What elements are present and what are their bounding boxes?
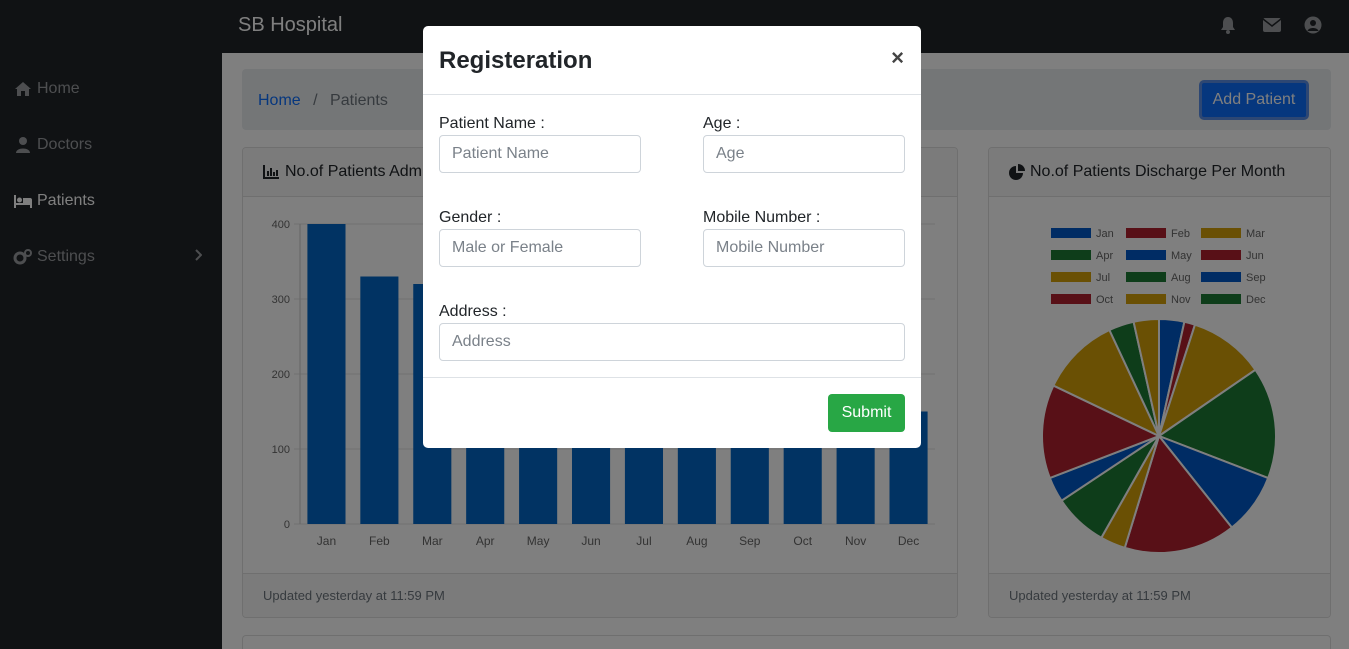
address-input[interactable] bbox=[439, 323, 905, 361]
age-label: Age : bbox=[703, 115, 741, 132]
patient-name-label: Patient Name : bbox=[439, 115, 545, 132]
gender-input[interactable] bbox=[439, 229, 641, 267]
modal-title: Registeration bbox=[439, 47, 593, 74]
modal-header: Registeration × bbox=[423, 26, 921, 95]
patient-name-input[interactable] bbox=[439, 135, 641, 173]
mobile-number-input[interactable] bbox=[703, 229, 905, 267]
gender-label: Gender : bbox=[439, 209, 502, 226]
submit-button[interactable]: Submit bbox=[828, 394, 905, 432]
close-button[interactable]: × bbox=[891, 45, 904, 71]
modal-footer: Submit bbox=[423, 377, 921, 448]
age-input[interactable] bbox=[703, 135, 905, 173]
address-label: Address : bbox=[439, 303, 507, 320]
registration-modal: Registeration × Patient Name : Age : Gen… bbox=[423, 26, 921, 448]
mobile-number-label: Mobile Number : bbox=[703, 209, 821, 226]
